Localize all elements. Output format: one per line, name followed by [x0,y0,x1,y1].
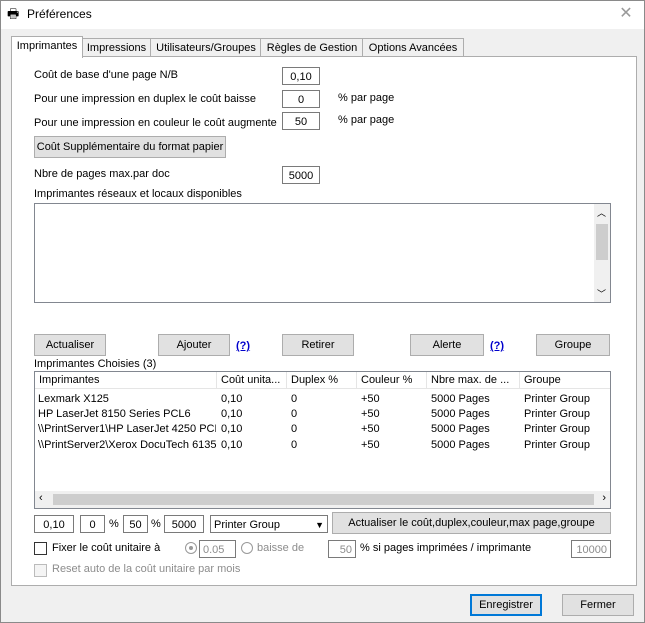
col-header-unit-cost[interactable]: Coût unita... [217,372,287,389]
tab-utilisateurs-groupes[interactable]: Utilisateurs/Groupes [150,38,262,57]
remove-button[interactable]: Retirer [282,334,354,356]
cell-unit-cost: 0,10 [221,423,243,435]
cell-max-pages: 5000 Pages [431,408,490,420]
group-select[interactable]: Printer Group ▼ [210,515,328,533]
max-pages-label: Nbre de pages max.par doc [34,168,170,180]
edit-cost-input[interactable]: 0,10 [34,515,74,533]
threshold-input[interactable]: 10000 [571,540,611,558]
chosen-printers-table[interactable]: Imprimantes Coût unita... Duplex % Coule… [34,371,611,509]
cell-color: +50 [361,439,380,451]
col-header-group[interactable]: Groupe [520,372,610,389]
alert-help-link[interactable]: (?) [490,340,504,352]
scroll-up-icon[interactable]: ︿ [597,206,606,219]
duplex-unit: % par page [338,92,395,104]
duplex-percent-label: % [109,518,119,530]
fixed-value-radio[interactable] [185,542,197,554]
cell-group: Printer Group [524,439,591,451]
edit-max-pages-input[interactable]: 5000 [164,515,204,533]
cell-group: Printer Group [524,408,591,420]
cell-color: +50 [361,393,380,405]
cell-unit-cost: 0,10 [221,408,243,420]
app-icon: 🖶 [7,6,20,21]
base-cost-input[interactable]: 0,10 [282,67,320,85]
cell-printer: \\PrintServer1\HP LaserJet 4250 PCL6 [38,423,216,435]
scroll-right-icon[interactable]: › [602,492,606,504]
cell-unit-cost: 0,10 [221,439,243,451]
add-help-link[interactable]: (?) [236,340,250,352]
cell-unit-cost: 0,10 [221,393,243,405]
group-button[interactable]: Groupe [536,334,610,356]
fixed-value-input[interactable]: 0.05 [199,540,236,558]
tab-impressions[interactable]: Impressions [81,38,152,57]
group-select-value: Printer Group [214,519,281,531]
color-unit: % par page [338,114,395,126]
cell-group: Printer Group [524,423,591,435]
col-header-color[interactable]: Couleur % [357,372,427,389]
cell-max-pages: 5000 Pages [431,393,490,405]
decrease-radio[interactable] [241,542,253,554]
color-input[interactable]: 50 [282,112,320,130]
cell-printer: Lexmark X125 [38,393,109,405]
tab-options-avancees[interactable]: Options Avancées [362,38,464,57]
reset-monthly-label: Reset auto de la coût unitaire par mois [52,563,241,575]
save-button[interactable]: Enregistrer [470,594,542,616]
duplex-input[interactable]: 0 [282,90,320,108]
color-label: Pour une impression en couleur le coût a… [34,117,277,129]
edit-color-input[interactable]: 50 [123,515,148,533]
cell-duplex: 0 [291,423,298,435]
close-button[interactable]: Fermer [562,594,634,616]
cell-printer: HP LaserJet 8150 Series PCL6 [38,408,191,420]
hscroll-thumb[interactable] [53,494,594,505]
title-bar: 🖶 Préférences ✕ [1,1,644,29]
fix-unit-cost-label: Fixer le coût unitaire à [52,542,161,554]
cell-color: +50 [361,408,380,420]
available-list-scrollbar[interactable]: ︿ ﹀ [594,204,610,302]
preferences-window: 🖶 Préférences ✕ Imprimantes Impressions … [0,0,645,623]
available-printers-list[interactable]: ︿ ﹀ [34,203,611,303]
cell-duplex: 0 [291,393,298,405]
paper-format-cost-button[interactable]: Coût Supplémentaire du format papier [34,136,226,158]
tab-regles-de-gestion[interactable]: Règles de Gestion [260,38,364,57]
tab-imprimantes[interactable]: Imprimantes [11,36,83,58]
base-cost-label: Coût de base d'une page N/B [34,69,178,81]
cell-duplex: 0 [291,408,298,420]
table-hscrollbar[interactable]: ‹ › [35,491,610,508]
chosen-printers-label: Imprimantes Choisies (3) [34,358,157,370]
refresh-button[interactable]: Actualiser [34,334,106,356]
available-printers-label: Imprimantes réseaux et locaux disponible… [34,188,242,200]
cell-max-pages: 5000 Pages [431,423,490,435]
scroll-left-icon[interactable]: ‹ [39,492,43,504]
color-percent-label: % [151,518,161,530]
cell-duplex: 0 [291,439,298,451]
cell-printer: \\PrintServer2\Xerox DocuTech 6135 [38,439,216,451]
window-title: Préférences [27,7,92,21]
cell-color: +50 [361,423,380,435]
fix-unit-cost-checkbox[interactable] [34,542,47,555]
max-pages-input[interactable]: 5000 [282,166,320,184]
chevron-down-icon[interactable]: ▼ [315,516,324,532]
scroll-thumb[interactable] [596,224,608,260]
alert-button[interactable]: Alerte [410,334,484,356]
decrease-input[interactable]: 50 [328,540,356,558]
col-header-printers[interactable]: Imprimantes [35,372,217,389]
decrease-label: baisse de [257,542,305,554]
reset-monthly-checkbox[interactable] [34,564,47,577]
edit-duplex-input[interactable]: 0 [80,515,105,533]
duplex-label: Pour une impression en duplex le coût ba… [34,93,256,105]
col-header-max-pages[interactable]: Nbre max. de ... [427,372,520,389]
close-icon[interactable]: ✕ [616,5,636,23]
add-button[interactable]: Ajouter [158,334,230,356]
col-header-duplex[interactable]: Duplex % [287,372,357,389]
threshold-label: % si pages imprimées / imprimante [360,542,532,554]
cell-max-pages: 5000 Pages [431,439,490,451]
cell-group: Printer Group [524,393,591,405]
scroll-down-icon[interactable]: ﹀ [597,287,606,300]
update-printer-button[interactable]: Actualiser le coût,duplex,couleur,max pa… [332,512,611,534]
